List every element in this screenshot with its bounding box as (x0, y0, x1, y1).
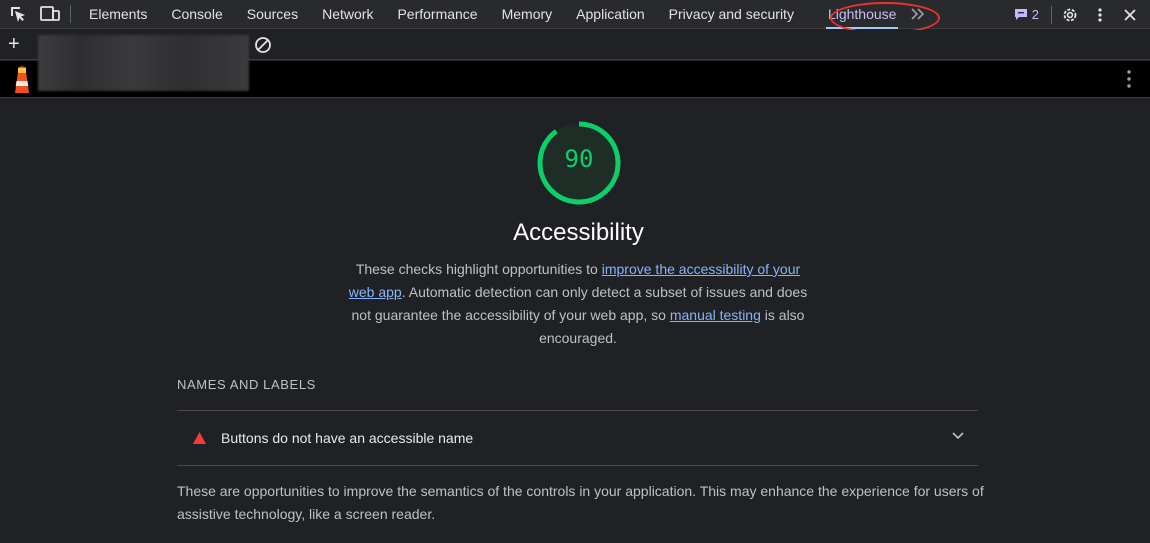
devtools-right-tools: 2 (1014, 0, 1150, 29)
settings-gear-icon[interactable] (1060, 5, 1080, 25)
audit-group-title: NAMES AND LABELS (177, 377, 316, 392)
category-description: These checks highlight opportunities to … (344, 258, 812, 350)
tab-privacy-and-security[interactable]: Privacy and security (657, 0, 806, 29)
device-toolbar-icon[interactable] (40, 4, 60, 24)
tab-performance[interactable]: Performance (385, 0, 489, 29)
manual-testing-link[interactable]: manual testing (670, 307, 761, 323)
tab-sources[interactable]: Sources (235, 0, 310, 29)
fail-triangle-icon (193, 432, 206, 444)
chevron-down-icon (952, 432, 964, 440)
new-report-icon[interactable]: + (8, 33, 20, 55)
tab-network[interactable]: Network (310, 0, 385, 29)
devtools-tabbar: Elements Console Sources Network Perform… (0, 0, 1150, 29)
tab-console[interactable]: Console (159, 0, 234, 29)
report-menu-icon[interactable] (1126, 69, 1132, 94)
tab-memory[interactable]: Memory (490, 0, 565, 29)
issues-count: 2 (1031, 7, 1039, 22)
more-tabs-icon[interactable] (908, 4, 928, 24)
customize-menu-icon[interactable] (1090, 5, 1110, 25)
score-value: 90 (564, 145, 594, 173)
audit-group-description: These are opportunities to improve the s… (177, 483, 984, 522)
divider (177, 465, 978, 466)
category-title: Accessibility (513, 219, 644, 246)
tab-elements[interactable]: Elements (77, 0, 159, 29)
toolbar-divider (1051, 5, 1052, 24)
redacted-report-selector[interactable] (38, 35, 249, 91)
clear-reports-icon[interactable] (254, 36, 272, 59)
tab-lighthouse[interactable]: Lighthouse (816, 0, 909, 29)
audit-title: Buttons do not have an accessible name (221, 430, 474, 446)
panel-tabs: Elements Console Sources Network Perform… (77, 0, 908, 29)
inspect-element-icon[interactable] (8, 4, 28, 24)
tab-application[interactable]: Application (564, 0, 657, 29)
toolbar-divider (70, 5, 71, 23)
description-text: These checks highlight opportunities to (355, 261, 602, 277)
close-devtools-icon[interactable] (1120, 5, 1140, 25)
issues-icon (1014, 9, 1027, 20)
audit-row-button-name[interactable]: Buttons do not have an accessible name (177, 411, 978, 465)
issues-counter[interactable]: 2 (1014, 7, 1039, 22)
lighthouse-logo-icon (12, 66, 32, 98)
